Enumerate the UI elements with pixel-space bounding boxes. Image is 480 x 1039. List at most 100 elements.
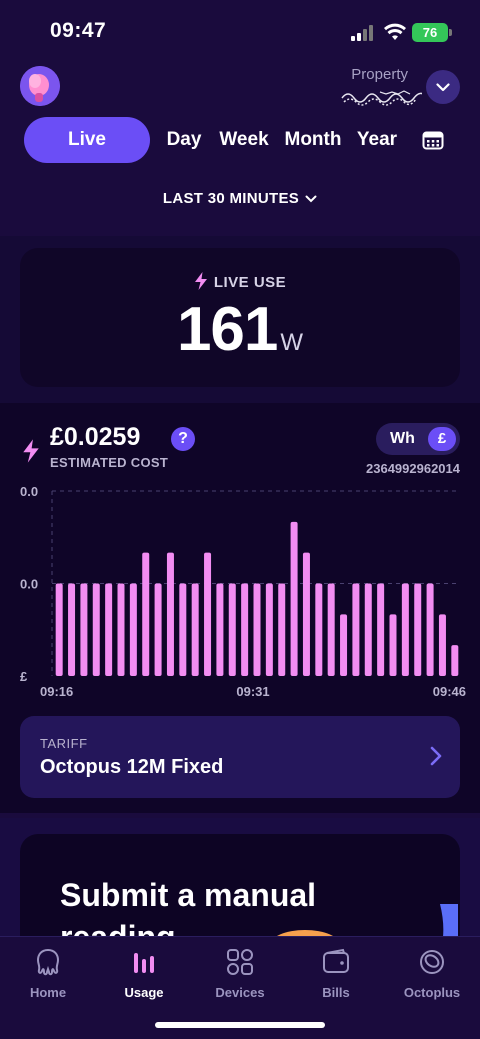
- unit-gbp-option[interactable]: £: [428, 427, 456, 451]
- chart-bar: [241, 583, 249, 676]
- chart-bar: [414, 583, 422, 676]
- avatar-icon: [20, 66, 60, 106]
- y-tick-label: £: [20, 669, 28, 684]
- signal-icon: [351, 25, 375, 41]
- tab-month[interactable]: Month: [282, 117, 344, 163]
- calendar-icon[interactable]: [422, 130, 444, 150]
- battery-icon: 76: [412, 23, 448, 42]
- chart-bar: [377, 583, 385, 676]
- live-use-value: 161: [176, 295, 278, 364]
- chart-bar: [315, 583, 323, 676]
- live-use-label-row: LIVE USE: [20, 272, 460, 291]
- chart-bar: [228, 583, 236, 676]
- tariff-card[interactable]: TARIFF Octopus 12M Fixed: [20, 716, 460, 798]
- chart-bar: [290, 521, 298, 676]
- nav-usage-label: Usage: [124, 985, 164, 1000]
- promo-illustration-shape: [440, 904, 458, 938]
- chart-bar: [352, 583, 360, 676]
- usage-chart: 0.0 0.0 £09:16 09:31 09:46: [0, 478, 480, 703]
- chart-bar: [68, 583, 76, 676]
- chart-bar: [142, 552, 150, 676]
- lightning-icon: [194, 272, 207, 290]
- status-time: 09:47: [50, 19, 107, 42]
- devices-grid-icon: [227, 949, 253, 975]
- avatar[interactable]: [20, 66, 60, 106]
- status-bar: 09:47 76: [0, 0, 480, 60]
- chart-bar: [340, 614, 348, 676]
- help-icon[interactable]: ?: [171, 427, 195, 451]
- range-label: LAST 30 MINUTES: [162, 190, 300, 207]
- wallet-icon: [323, 948, 349, 973]
- nav-octoplus[interactable]: Octoplus: [384, 947, 480, 1000]
- chart-bar: [253, 583, 261, 676]
- chart-bar: [327, 583, 335, 676]
- nav-home-label: Home: [29, 985, 67, 1000]
- manual-reading-title: Submit a manual reading: [60, 877, 317, 938]
- chart-bar: [92, 583, 100, 676]
- chart-bar: [216, 583, 224, 676]
- octopus-icon: [36, 948, 60, 976]
- home-indicator: [155, 1022, 325, 1028]
- tab-week[interactable]: Week: [216, 117, 272, 163]
- chart-bar: [389, 614, 397, 676]
- chart-bar: [278, 583, 286, 676]
- property-label: Property: [351, 66, 408, 83]
- tariff-label: TARIFF: [40, 736, 88, 751]
- tab-live[interactable]: Live: [24, 117, 150, 163]
- estimated-cost-value: £0.0259: [50, 423, 141, 451]
- chart-bar: [129, 583, 137, 676]
- nav-usage[interactable]: Usage: [96, 947, 192, 1000]
- live-use-value-row: 161 W: [20, 294, 460, 365]
- wifi-icon: [384, 23, 406, 40]
- nav-bills[interactable]: Bills: [288, 947, 384, 1000]
- y-tick-label: 0.0: [20, 577, 38, 592]
- x-tick-label: 09:31: [236, 684, 269, 699]
- nav-home[interactable]: Home: [0, 947, 96, 1000]
- chart-bar: [154, 583, 162, 676]
- property-address-redacted: [341, 90, 422, 106]
- chart-bar: [55, 583, 63, 676]
- chart-bar: [80, 583, 88, 676]
- tab-day[interactable]: Day: [162, 117, 206, 163]
- property-dropdown-button[interactable]: [426, 70, 460, 104]
- range-selector[interactable]: LAST 30 MINUTES: [0, 190, 480, 214]
- chart-bar: [426, 583, 434, 676]
- unit-wh-option[interactable]: Wh: [390, 423, 415, 455]
- live-use-unit: W: [280, 329, 304, 356]
- estimated-cost-label: ESTIMATED COST: [50, 455, 169, 470]
- lightning-icon: [23, 439, 39, 463]
- chart-bar: [364, 583, 372, 676]
- chart-bar: [302, 552, 310, 676]
- chevron-down-icon: [436, 82, 450, 91]
- header: Property: [0, 60, 480, 120]
- nav-devices[interactable]: Devices: [192, 947, 288, 1000]
- live-use-card: LIVE USE 161 W: [20, 248, 460, 387]
- chart-bar: [166, 552, 174, 676]
- nav-bills-label: Bills: [322, 985, 350, 1000]
- chart-bar: [265, 583, 273, 676]
- chart-bar: [117, 583, 125, 676]
- usage-chart-svg: 0.0 0.0 £09:16 09:31 09:46: [20, 484, 466, 699]
- tab-year[interactable]: Year: [354, 117, 400, 163]
- chart-bar: [204, 552, 212, 676]
- chart-bar: [191, 583, 199, 676]
- nav-octoplus-label: Octoplus: [403, 985, 461, 1000]
- manual-reading-card[interactable]: Submit a manual reading: [20, 834, 460, 938]
- nav-devices-label: Devices: [215, 985, 265, 1000]
- promo-band: Submit a manual reading: [0, 818, 480, 938]
- chart-bar: [105, 583, 113, 676]
- battery-tip: [449, 29, 452, 36]
- chevron-down-icon: [305, 195, 317, 203]
- x-tick-label: 09:46: [433, 684, 466, 699]
- meter-id: 2364992962014: [366, 461, 460, 476]
- tariff-name: Octopus 12M Fixed: [40, 756, 224, 778]
- chart-bar: [401, 583, 409, 676]
- usage-bars-icon: [134, 953, 154, 973]
- chevron-right-icon: [430, 746, 442, 766]
- unit-toggle[interactable]: Wh £: [376, 423, 460, 455]
- chart-bar: [451, 645, 459, 676]
- y-tick-label: 0.0: [20, 484, 38, 499]
- octoplus-icon: [420, 950, 444, 974]
- chart-bar: [179, 583, 187, 676]
- x-tick-label: 09:16: [40, 684, 73, 699]
